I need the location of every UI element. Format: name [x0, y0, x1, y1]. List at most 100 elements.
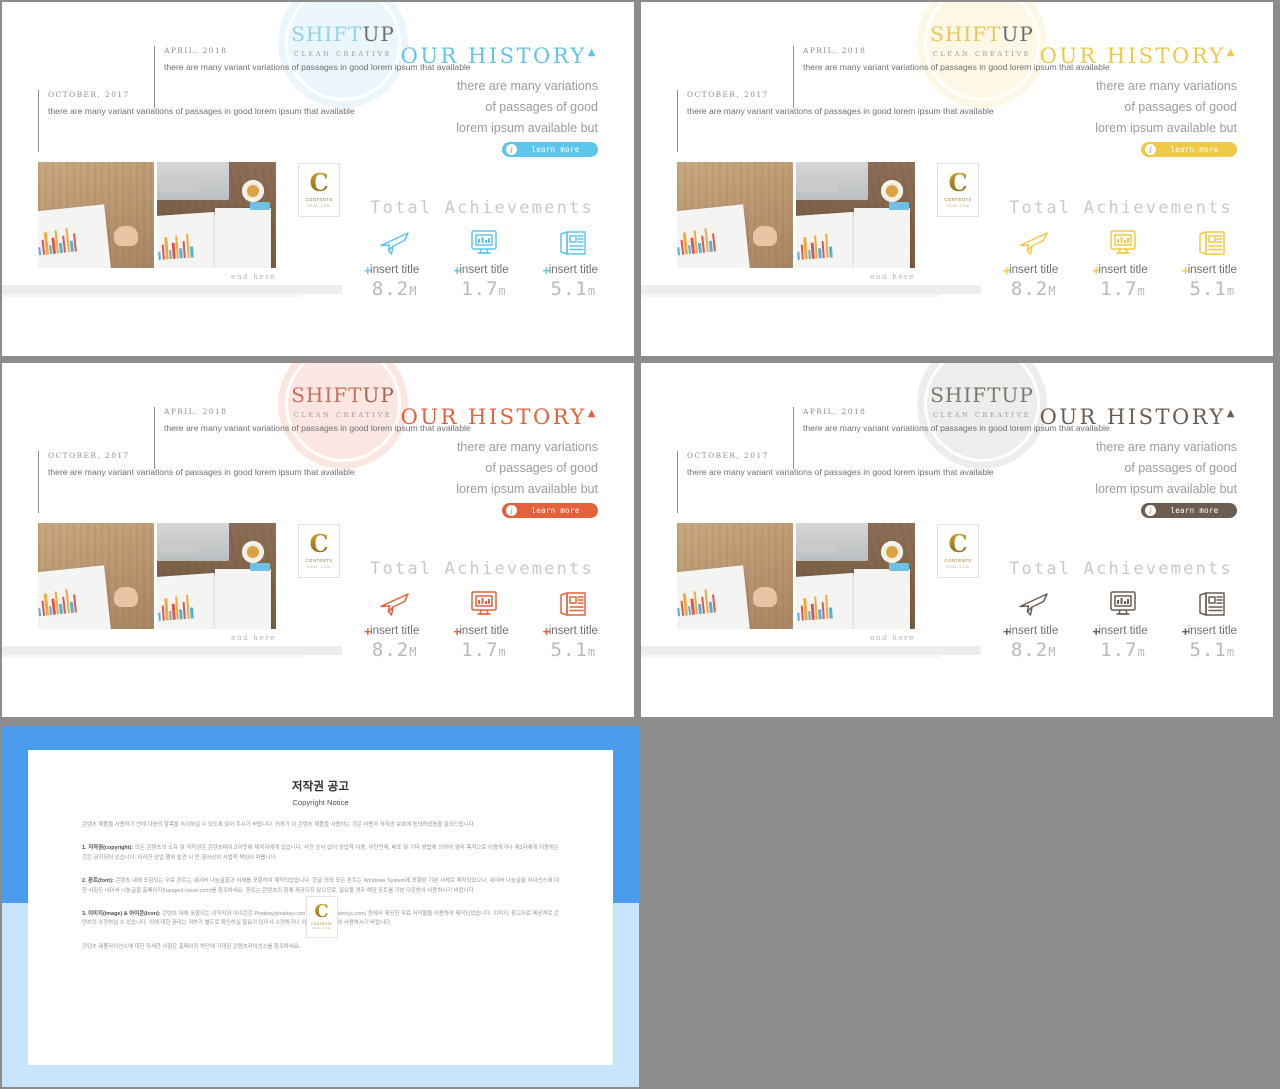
- footer-band-secondary: [641, 655, 941, 658]
- newspaper-icon: [529, 226, 618, 260]
- airplane-icon: [989, 587, 1078, 621]
- timeline-date-2: APRIL, 2018: [803, 46, 867, 55]
- monitor-chart-icon: [439, 587, 528, 621]
- stat-item-1: + insert title 8.2M: [989, 587, 1078, 661]
- plus-icon: +: [1092, 624, 1100, 639]
- end-here-label: end here: [870, 272, 915, 281]
- plus-icon: +: [1181, 263, 1190, 278]
- footer-band: [2, 646, 342, 655]
- timeline-body-2: there are many variant variations of pas…: [803, 62, 1110, 72]
- watermark-letter: C: [948, 168, 968, 198]
- doc-title-english: Copyright Notice: [292, 798, 349, 807]
- chart-paper: [38, 565, 112, 629]
- laptop: [796, 162, 868, 200]
- stat-value-1: 8.2M: [371, 639, 418, 661]
- footer-band: [2, 285, 342, 294]
- our-history-line-1: there are many variations: [456, 440, 598, 454]
- monitor-chart-icon: [1078, 226, 1167, 260]
- our-history-text: there are many variations of passages of …: [1095, 437, 1237, 500]
- watermark-line2: REAL.COM: [946, 203, 970, 208]
- highlight-tag: [250, 563, 270, 571]
- hand: [114, 226, 138, 246]
- airplane-icon: [989, 226, 1078, 260]
- total-achievements-title: Total Achievements: [1009, 559, 1233, 579]
- timeline-date-2: APRIL, 2018: [164, 407, 228, 416]
- report-paper: [215, 208, 271, 268]
- stat-unit-2: m: [498, 284, 507, 298]
- stat-item-2: + insert title 1.7m: [1078, 587, 1167, 661]
- slide-preview-coral[interactable]: SHIFTUP CLEAN CREATIVE OUR HISTORY▲ there a…: [2, 363, 634, 717]
- learn-more-button[interactable]: i learn more: [1141, 503, 1237, 518]
- photo-desk-chart: [38, 162, 154, 268]
- timeline-body-2: there are many variant variations of pas…: [803, 423, 1110, 433]
- our-history-text: there are many variations of passages of …: [456, 437, 598, 500]
- stat-unit-2: m: [1137, 645, 1146, 659]
- laptop: [796, 523, 868, 561]
- our-history-text: there are many variations of passages of …: [1095, 76, 1237, 139]
- chart-bars: [796, 232, 833, 260]
- plus-icon: +: [542, 624, 551, 639]
- monitor-chart-icon: [1078, 587, 1167, 621]
- watermark-line2: REAL.COM: [307, 564, 331, 569]
- watermark-letter: C: [948, 529, 968, 559]
- learn-more-button[interactable]: i learn more: [502, 503, 598, 518]
- slide-preview-yellow[interactable]: SHIFTUP CLEAN CREATIVE OUR HISTORY▲ there a…: [641, 2, 1273, 356]
- slide-deck-preview: SHIFTUP CLEAN CREATIVE OUR HISTORY▲ there a…: [0, 0, 1280, 1089]
- timeline-body-2: there are many variant variations of pas…: [164, 423, 471, 433]
- plus-icon: +: [1092, 263, 1100, 278]
- plus-icon: +: [453, 624, 461, 639]
- chart-paper: [677, 204, 751, 268]
- chart-paper: [38, 204, 112, 268]
- achievement-stats: + insert title 8.2M + insert title 1.7m + inser…: [350, 587, 618, 661]
- watermark-line1: CONTENTS: [944, 197, 972, 203]
- laptop: [157, 523, 229, 561]
- copyright-notice-panel: 저작권 공고 Copyright Notice 콘텐츠 제품을 사용하기 전에 …: [2, 726, 639, 1087]
- highlight-tag: [250, 202, 270, 210]
- plus-icon: +: [364, 263, 372, 278]
- newspaper-icon: [1168, 587, 1257, 621]
- total-achievements-title: Total Achievements: [370, 559, 594, 579]
- learn-more-button[interactable]: i learn more: [502, 142, 598, 157]
- stat-item-3: + insert title 5.1m: [1168, 587, 1257, 661]
- timeline-entry-2: APRIL, 2018 there are many variant variat…: [793, 46, 1110, 108]
- doc-section-2: 2. 폰트(font): 콘텐츠 내에 포함되는 무료 폰트는 네이버 나눔글꼴…: [82, 877, 559, 896]
- hand: [753, 587, 777, 607]
- our-history-line-3: lorem ipsum available but: [456, 121, 598, 135]
- stat-value-2: 1.7m: [1100, 639, 1146, 661]
- logo-wordmark: SHIFTUP: [917, 24, 1047, 44]
- our-history-line-1: there are many variations: [1095, 79, 1237, 93]
- our-history-line-3: lorem ipsum available but: [1095, 482, 1237, 496]
- stat-unit-1: M: [409, 284, 418, 298]
- timeline-date-2: APRIL, 2018: [164, 46, 228, 55]
- slide-preview-gray[interactable]: SHIFTUP CLEAN CREATIVE OUR HISTORY▲ there a…: [641, 363, 1273, 717]
- logo-wordmark: SHIFTUP: [278, 24, 408, 44]
- newspaper-icon: [529, 587, 618, 621]
- watermark-line1: CONTENTS: [305, 558, 333, 564]
- doc-section-2-body: 콘텐츠 내에 포함되는 무료 폰트는 네이버 나눔글꼴과 서체를 포함하여 제작…: [82, 878, 559, 894]
- plus-icon: +: [542, 263, 551, 278]
- stat-value-3: 5.1m: [550, 639, 597, 661]
- plus-icon: +: [364, 624, 372, 639]
- info-icon: i: [1145, 144, 1156, 155]
- learn-more-label: learn more: [531, 506, 580, 515]
- logo-part-shift: SHIFT: [930, 22, 1002, 46]
- slide-preview-blue[interactable]: SHIFTUP CLEAN CREATIVE OUR HISTORY▲ there a…: [2, 2, 634, 356]
- hand: [753, 226, 777, 246]
- our-history-line-2: of passages of good: [485, 461, 598, 475]
- doc-section-2-heading: 2. 폰트(font):: [82, 878, 114, 885]
- contents-watermark-icon: C CONTENTS REAL.COM: [298, 163, 340, 217]
- learn-more-label: learn more: [531, 145, 580, 154]
- achievement-stats: + insert title 8.2M + insert title 1.7m + inser…: [989, 226, 1257, 300]
- footer-band: [641, 646, 981, 655]
- learn-more-button[interactable]: i learn more: [1141, 142, 1237, 157]
- photo-desk-chart: [677, 523, 793, 629]
- stat-item-2: + insert title 1.7m: [439, 226, 528, 300]
- logo-part-shift: SHIFT: [291, 22, 363, 46]
- plus-icon: +: [1181, 624, 1190, 639]
- watermark-line2: REAL.COM: [307, 203, 331, 208]
- our-history-line-2: of passages of good: [1124, 461, 1237, 475]
- info-icon: i: [1145, 505, 1156, 516]
- logo-wordmark: SHIFTUP: [917, 385, 1047, 405]
- timeline-entry-2: APRIL, 2018 there are many variant variat…: [793, 407, 1110, 469]
- airplane-icon: [350, 587, 439, 621]
